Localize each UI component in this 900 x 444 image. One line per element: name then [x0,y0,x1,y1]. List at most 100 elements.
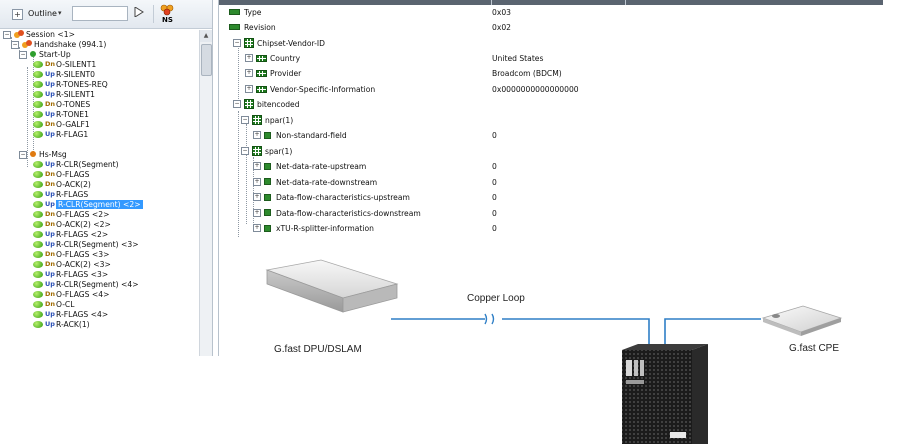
field-type[interactable]: Type [229,5,261,20]
expand-icon[interactable]: + [245,54,253,62]
expand-icon[interactable]: + [253,131,261,139]
collapse-icon[interactable]: − [241,147,249,155]
direction-indicator: Up [45,80,55,88]
direction-indicator: Dn [45,300,56,308]
field-chipset[interactable]: − Chipset-Vendor-ID [233,36,325,51]
direction-indicator: Up [45,270,55,278]
expand-icon[interactable]: + [253,224,261,232]
expand-icon[interactable]: + [245,85,253,93]
ns-flag-icon[interactable]: NS [160,4,174,24]
spar-field[interactable]: + Net-data-rate-downstream [253,175,377,190]
spar-field-label: Data-flow-characteristics-downstream [276,208,421,218]
direction-indicator: Dn [45,170,56,178]
expand-icon[interactable]: + [253,208,261,217]
collapse-icon[interactable]: − [241,116,249,124]
direction-indicator: Up [45,320,55,328]
expand-all-icon[interactable]: + [12,9,23,20]
message-item[interactable]: UpR-FLAGS [33,190,88,200]
message-item[interactable]: DnO-SILENT1 [33,60,96,70]
field-icon [264,178,271,185]
field-country[interactable]: + Country [245,51,300,66]
message-bubble-icon [33,70,43,78]
message-item[interactable]: UpR-TONE1 [33,110,89,120]
message-item[interactable]: UpR-ACK(1) [33,320,90,330]
spar-field[interactable]: + Data-flow-characteristics-downstream [253,206,421,221]
direction-indicator: Up [45,130,55,138]
collapse-icon[interactable]: − [233,39,241,47]
expand-icon[interactable]: + [253,177,261,186]
message-item[interactable]: UpR-SILENT0 [33,70,95,80]
chevron-down-icon[interactable]: ▾ [58,9,62,17]
play-icon[interactable] [134,7,144,17]
field-icon [264,224,271,232]
message-item[interactable]: UpR-SILENT1 [33,90,95,100]
hsmsg-label: Hs-Msg [39,150,67,159]
scroll-thumb[interactable] [201,44,212,76]
tree-hsmsg[interactable]: − Hs-Msg [19,150,67,160]
network-diagram [265,259,843,356]
startup-label: Start-Up [39,50,71,59]
expand-icon[interactable]: + [253,162,261,170]
field-icon [264,162,271,170]
chipset-label: Chipset-Vendor-ID [257,39,325,48]
expand-icon[interactable]: + [245,69,253,77]
message-bubble-icon [33,310,43,318]
collapse-icon[interactable]: − [19,51,27,59]
message-label: O-FLAGS [56,170,90,179]
direction-indicator: Up [45,110,55,118]
country-label: Country [270,54,301,63]
message-item[interactable]: DnO-GALF1 [33,120,90,130]
message-bubble-icon [33,230,43,238]
field-nonstandard[interactable]: + Non-standard-field [253,128,347,143]
structure-icon [252,146,262,156]
field-revision[interactable]: Revision [229,20,276,35]
direction-indicator: Dn [45,180,56,188]
collapse-icon[interactable]: − [233,100,241,108]
phase-dot-icon [30,151,36,157]
message-label: R-CLR(Segment) <2> [56,200,143,209]
message-label: O-TONES [56,100,91,109]
field-spar[interactable]: − spar(1) [241,144,292,159]
message-label: O-ACK(2) [56,180,91,189]
structure-icon [244,38,254,48]
field-bitencoded[interactable]: − bitencoded [233,97,300,112]
tree-handshake[interactable]: − Handshake (994.1) [11,40,106,50]
field-vendor-specific[interactable]: + Vendor-Specific-Information [245,82,375,97]
collapse-icon[interactable]: − [19,151,27,159]
spar-field[interactable]: + Data-flow-characteristics-upstream [253,190,410,205]
spar-field-value: 0 [492,177,497,187]
field-icon [264,209,271,216]
tree-session[interactable]: − Session <1> [3,30,75,40]
spar-field[interactable]: + xTU-R-splitter-information [253,221,374,236]
field-icon [264,193,271,201]
message-label: O-FLAGS <4> [56,290,110,299]
outline-label[interactable]: Outline [28,9,57,18]
column-divider[interactable] [625,0,626,5]
message-item[interactable]: DnO-ACK(2) [33,180,91,190]
outline-pane: + Outline ▾ NS − Session <1> − Handshake… [0,0,213,356]
message-label: R-FLAGS <3> [56,270,109,279]
copper-loop-label: Copper Loop [467,293,525,304]
phase-dot-icon [30,51,36,57]
scroll-up-icon[interactable]: ▲ [200,30,212,42]
direction-indicator: Up [45,280,55,288]
country-value: United States [492,54,544,63]
collapse-icon[interactable]: − [11,41,19,49]
message-label: R-FLAGS <4> [56,310,109,319]
field-npar[interactable]: − npar(1) [241,113,293,128]
revision-value: 0x02 [492,23,511,32]
outline-search-input[interactable] [72,6,128,21]
message-bubble-icon [33,210,43,218]
message-item[interactable]: DnO-FLAGS [33,170,89,180]
message-bubble-icon [33,300,43,308]
message-item[interactable]: UpR-FLAG1 [33,130,88,140]
collapse-icon[interactable]: − [3,31,11,39]
type-label: Type [244,8,262,17]
message-label: R-ACK(1) [56,320,90,329]
spar-field[interactable]: + Net-data-rate-upstream [253,159,366,174]
direction-indicator: Up [45,310,55,318]
message-item[interactable]: DnO-TONES [33,100,90,110]
outline-scrollbar[interactable]: ▲ [199,30,212,356]
field-provider[interactable]: + Provider [245,66,301,81]
expand-icon[interactable]: + [253,193,261,201]
